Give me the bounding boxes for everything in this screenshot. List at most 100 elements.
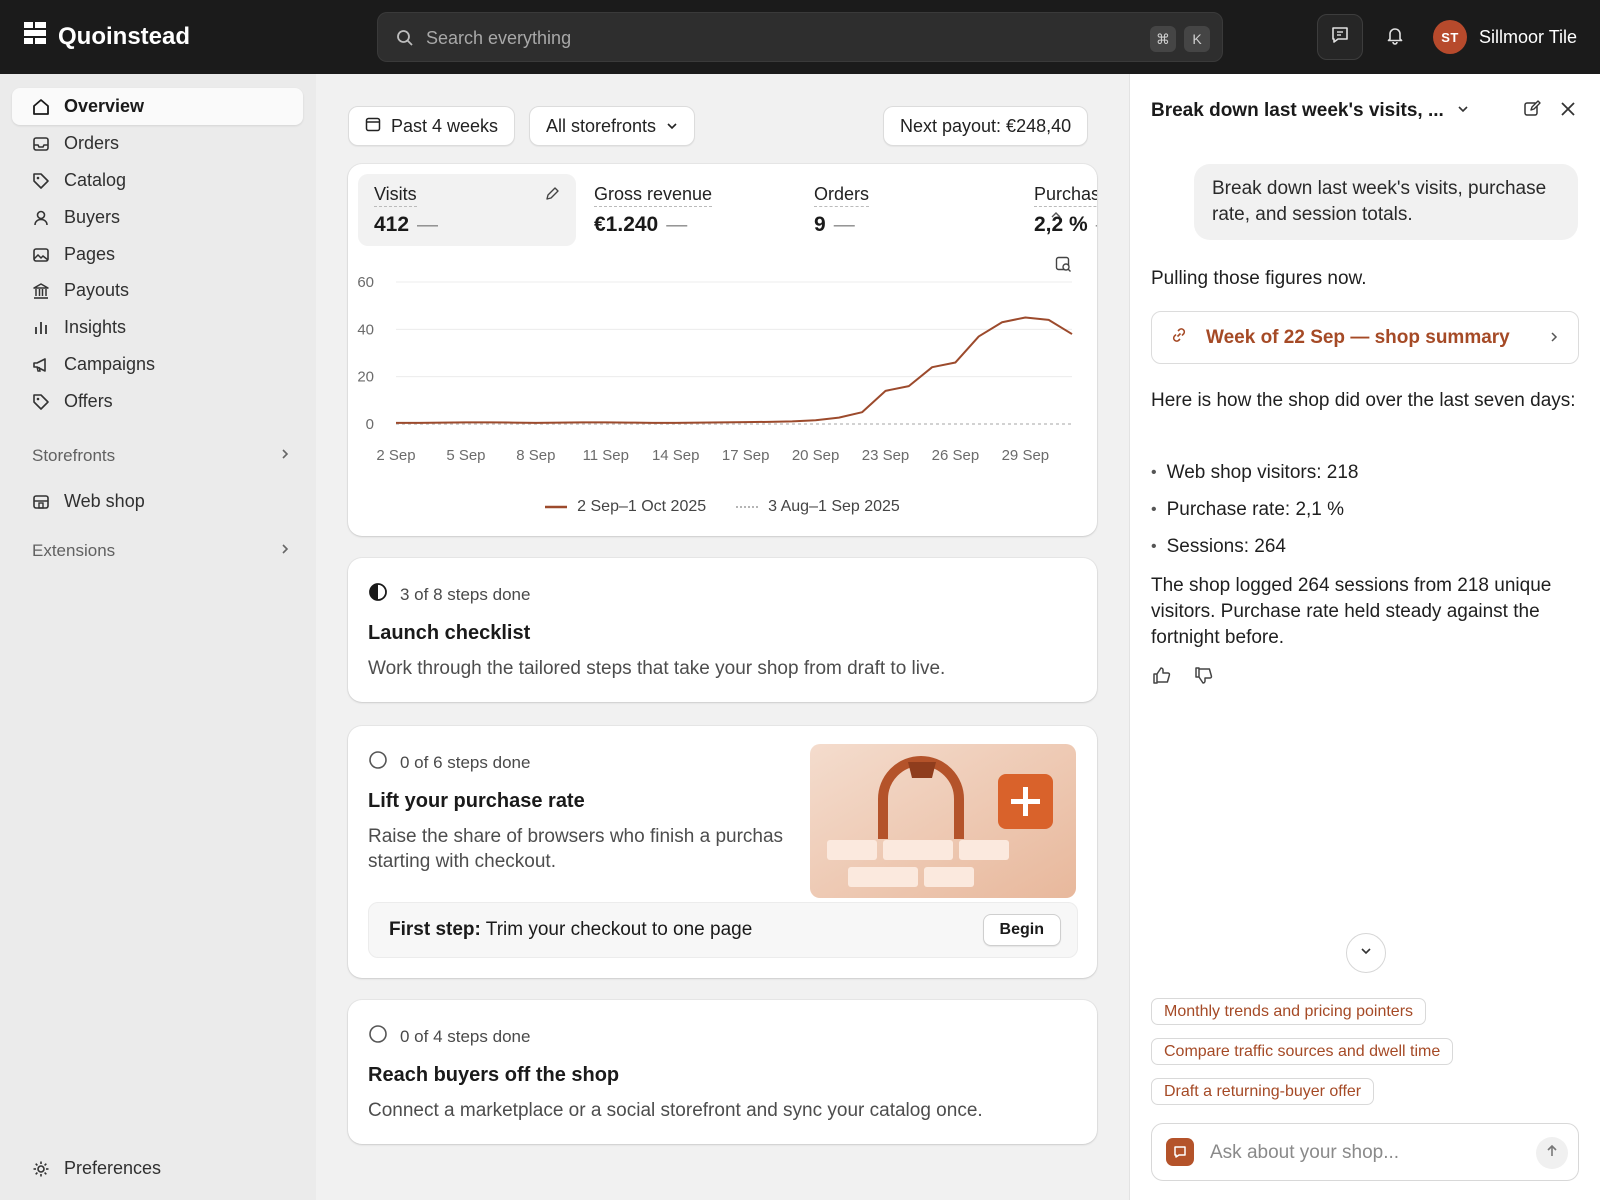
sidebar-item-campaigns[interactable]: Campaigns <box>12 346 303 383</box>
assistant-summary-text: The shop logged 264 sessions from 218 un… <box>1151 575 1552 648</box>
sidebar-item-label: Preferences <box>64 1158 162 1178</box>
app-name: Quoinstead <box>58 22 191 50</box>
chevron-down-icon <box>666 116 678 137</box>
reach-buyers-card[interactable]: 0 of 4 steps done Reach buyers off the s… <box>348 1000 1097 1144</box>
metric-number: 412 <box>374 213 410 236</box>
thumbs-down-icon[interactable] <box>1194 666 1213 690</box>
sidebar-item-label: Payouts <box>64 280 130 300</box>
sidebar-item-payouts[interactable]: Payouts <box>12 272 303 309</box>
chat-assistant-button[interactable] <box>1317 14 1363 60</box>
tag-icon <box>32 172 50 190</box>
date-range-picker[interactable]: Past 4 weeks <box>348 106 516 146</box>
y-tick-label: 20 <box>357 369 374 386</box>
begin-button[interactable]: Begin <box>982 914 1061 946</box>
first-step-text: First step: Trim your checkout to one pa… <box>389 919 752 941</box>
calendar-icon <box>365 116 381 137</box>
shop-summary-link-card[interactable]: Week of 22 Sep — shop summary <box>1151 311 1579 364</box>
extensions-section-header[interactable]: Extensions <box>32 541 292 561</box>
chevron-up-icon[interactable] <box>1050 206 1062 224</box>
sidebar-item-preferences[interactable]: Preferences <box>12 1150 303 1187</box>
sidebar-item-buyers[interactable]: Buyers <box>12 199 303 236</box>
metric-gross-revenue[interactable]: Gross revenue €1.240 — <box>578 174 796 246</box>
sidebar-item-insights[interactable]: Insights <box>12 309 303 346</box>
shortcut-cmd-key: ⌘ <box>1150 26 1176 52</box>
purchase-rate-card[interactable]: 0 of 6 steps done Lift your purchase rat… <box>348 726 1097 978</box>
sidebar-item-overview[interactable]: Overview <box>12 88 303 125</box>
legend-item-previous[interactable]: 3 Aug–1 Sep 2025 <box>736 498 900 516</box>
chart-legend: 2 Sep–1 Oct 2025 3 Aug–1 Sep 2025 <box>348 498 1097 516</box>
user-name: Sillmoor Tile <box>1479 26 1578 47</box>
suggestion-chip[interactable]: Monthly trends and pricing pointers <box>1151 998 1427 1025</box>
suggestion-chip[interactable]: Compare traffic sources and dwell time <box>1151 1038 1454 1065</box>
metric-visits[interactable]: Visits 412 — <box>358 174 576 246</box>
metric-label: Visits <box>374 184 417 207</box>
metric-number: €1.240 <box>594 213 659 236</box>
assistant-panel: Break down last week's visits, ... Break… <box>1129 74 1600 1200</box>
legend-item-current[interactable]: 2 Sep–1 Oct 2025 <box>545 498 706 516</box>
x-tick-label: 17 Sep <box>722 447 770 464</box>
thumbs-up-icon[interactable] <box>1152 666 1171 690</box>
steps-count: 0 of 6 steps done <box>400 752 531 772</box>
step-progress: 3 of 8 steps done <box>368 582 530 607</box>
user-menu[interactable]: ST Sillmoor Tile <box>1433 20 1577 54</box>
scroll-to-bottom-button[interactable] <box>1346 933 1386 973</box>
discount-tag-icon <box>32 393 50 411</box>
x-tick-label: 2 Sep <box>376 447 415 464</box>
arrow-up-icon <box>1545 1144 1559 1163</box>
sidebar-item-orders[interactable]: Orders <box>12 125 303 162</box>
chevron-right-icon <box>1548 327 1560 349</box>
conversation-dropdown-chevron-icon[interactable] <box>1456 102 1470 121</box>
search-icon <box>396 29 414 52</box>
ask-input[interactable] <box>1210 1138 1510 1168</box>
series-line-current <box>396 316 1073 424</box>
legend-swatch-dotted <box>736 506 759 508</box>
new-chat-edit-icon[interactable] <box>1523 100 1541 123</box>
conversation-title: Break down last week's visits, ... <box>1151 100 1444 121</box>
link-card-label: Week of 22 Sep — shop summary <box>1206 326 1510 348</box>
chat-icon <box>1330 25 1350 50</box>
sidebar-item-label: Offers <box>64 391 113 411</box>
sidebar-item-label: Campaigns <box>64 354 156 374</box>
home-icon <box>32 98 50 116</box>
x-tick-label: 29 Sep <box>1002 447 1050 464</box>
list-item: Purchase rate: 2,1 % <box>1151 491 1358 528</box>
x-tick-label: 11 Sep <box>583 447 629 464</box>
card-description: Work through the tailored steps that tak… <box>368 658 946 679</box>
steps-count: 3 of 8 steps done <box>400 584 531 604</box>
send-button[interactable] <box>1536 1137 1568 1169</box>
sidebar-item-label: Buyers <box>64 207 121 227</box>
x-tick-label: 5 Sep <box>446 447 485 464</box>
bell-icon <box>1385 25 1405 50</box>
search-bar[interactable]: ⌘ K <box>377 12 1223 62</box>
suggestion-chip[interactable]: Draft a returning-buyer offer <box>1151 1078 1375 1105</box>
storefront-filter-select[interactable]: All storefronts <box>529 106 696 146</box>
step-progress: 0 of 6 steps done <box>368 750 530 775</box>
visits-line-chart: 0 20 40 60 2 Sep 5 Sep 8 Sep 11 Sep 14 Sep 17 Sep… <box>357 274 1073 464</box>
person-icon <box>32 209 50 227</box>
empty-circle-progress-icon <box>368 1024 388 1049</box>
list-item: Web shop visitors: 218 <box>1151 454 1359 491</box>
sidebar-item-catalog[interactable]: Catalog <box>12 162 303 199</box>
legend-label: 3 Aug–1 Sep 2025 <box>768 498 900 515</box>
sidebar-item-web-shop[interactable]: Web shop <box>12 483 303 520</box>
launch-checklist-card[interactable]: 3 of 8 steps done Launch checklist Work … <box>348 558 1097 702</box>
half-circle-progress-icon <box>368 582 388 607</box>
assistant-brand-icon <box>1166 1138 1194 1166</box>
edit-pencil-icon[interactable] <box>545 186 560 206</box>
metric-trend: — <box>833 213 855 236</box>
card-title: Reach buyers off the shop <box>368 1064 620 1086</box>
storefronts-section-header[interactable]: Storefronts <box>32 446 292 466</box>
notifications-button[interactable] <box>1372 14 1418 60</box>
card-title: Lift your purchase rate <box>368 790 585 812</box>
close-icon[interactable] <box>1559 100 1577 123</box>
app-logo[interactable]: Quoinstead <box>24 22 190 51</box>
date-range-label: Past 4 weeks <box>391 115 499 136</box>
next-payout-button[interactable]: Next payout: €248,40 <box>883 106 1089 146</box>
card-title: Launch checklist <box>368 622 531 644</box>
sidebar-item-pages[interactable]: Pages <box>12 236 303 273</box>
sidebar-item-offers[interactable]: Offers <box>12 383 303 420</box>
metric-orders[interactable]: Orders 9— <box>798 174 1016 246</box>
y-tick-label: 40 <box>357 321 374 338</box>
chevron-right-icon <box>278 541 292 561</box>
search-input[interactable] <box>426 23 1066 53</box>
